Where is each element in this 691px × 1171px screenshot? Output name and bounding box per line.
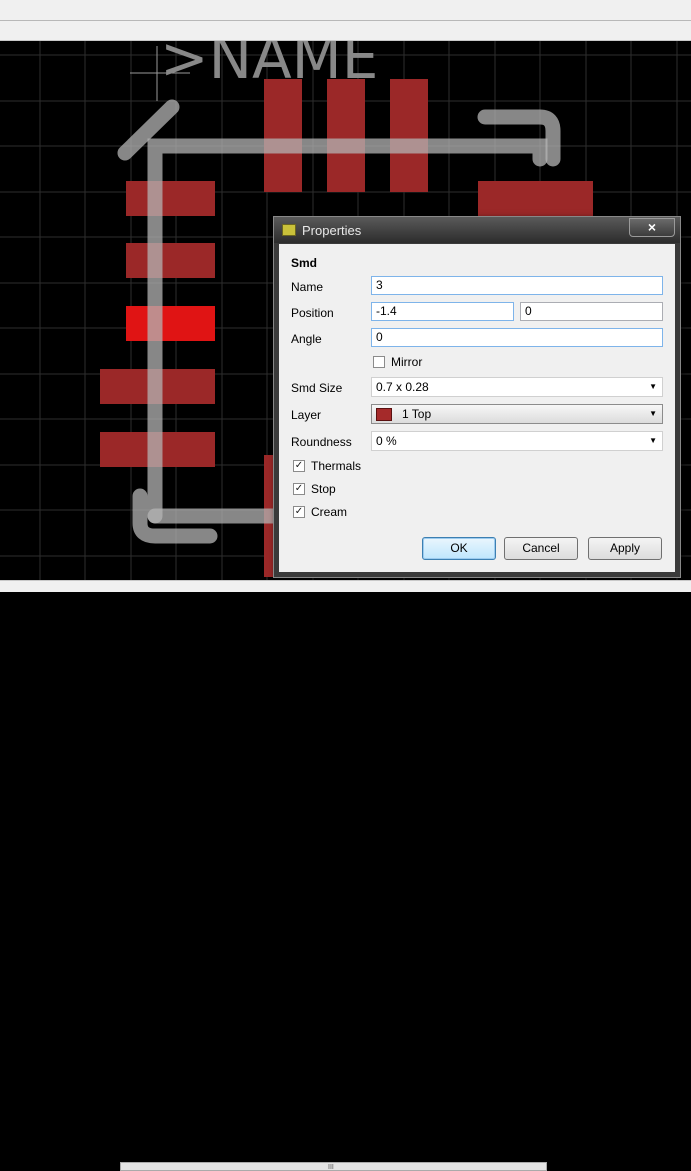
layer-combo[interactable]: 1 Top ▼ [371, 404, 663, 424]
thermals-checkbox[interactable]: ✓ [293, 460, 305, 472]
pad-left-1[interactable] [126, 181, 215, 216]
pad-top-2[interactable] [327, 79, 365, 192]
pad-right-1[interactable] [478, 181, 593, 216]
angle-field[interactable]: 0 [371, 328, 663, 347]
cream-checkbox[interactable]: ✓ [293, 506, 305, 518]
close-button[interactable]: × [629, 218, 675, 237]
pad-top-3[interactable] [390, 79, 428, 192]
status-bar: III [0, 580, 691, 1171]
toolbar-divider [0, 20, 691, 21]
name-label-text: Name [291, 280, 324, 294]
horizontal-scrollbar[interactable]: III [120, 1162, 547, 1171]
cancel-button[interactable]: Cancel [504, 537, 578, 560]
roundness-value: 0 % [376, 434, 397, 448]
apply-button[interactable]: Apply [588, 537, 662, 560]
chevron-down-icon: ▼ [649, 382, 657, 391]
cream-label: Cream [311, 505, 348, 519]
name-field[interactable]: 3 [371, 276, 663, 295]
chevron-down-icon: ▼ [649, 409, 657, 418]
dialog-title: Properties [302, 223, 362, 238]
position-x-field[interactable]: -1.4 [371, 302, 514, 321]
smd-size-value: 0.7 x 0.28 [376, 380, 429, 394]
roundness-combo[interactable]: 0 % ▼ [371, 431, 663, 451]
stop-checkbox[interactable]: ✓ [293, 483, 305, 495]
top-toolbar [0, 0, 691, 41]
smd-size-label: Smd Size [291, 381, 343, 395]
mirror-checkbox[interactable] [373, 356, 385, 368]
layer-value: 1 Top [402, 407, 432, 421]
dialog-titlebar[interactable]: Properties × [274, 217, 680, 243]
roundness-label: Roundness [291, 435, 352, 449]
angle-label: Angle [291, 332, 322, 346]
app-icon [282, 224, 296, 236]
pad-top-1[interactable] [264, 79, 302, 192]
ok-button[interactable]: OK [422, 537, 496, 560]
layer-label: Layer [291, 408, 322, 422]
position-label: Position [291, 306, 334, 320]
section-title: Smd [291, 256, 318, 270]
layer-color-swatch [376, 408, 392, 421]
smd-size-combo[interactable]: 0.7 x 0.28 ▼ [371, 377, 663, 397]
dialog-body: Smd Name 3 Position -1.4 0 Angle 0 Mirro… [279, 244, 675, 572]
mirror-label: Mirror [391, 355, 423, 369]
properties-dialog: Properties × Smd Name 3 Position -1.4 0 … [273, 216, 681, 578]
chevron-down-icon: ▼ [649, 436, 657, 445]
thermals-label: Thermals [311, 459, 362, 473]
pad-left-2[interactable] [126, 243, 215, 278]
stop-label: Stop [311, 482, 336, 496]
position-y-field[interactable]: 0 [520, 302, 663, 321]
scrollbar-grip-icon: III [328, 1164, 334, 1171]
pad-left-3-selected[interactable] [126, 306, 215, 341]
